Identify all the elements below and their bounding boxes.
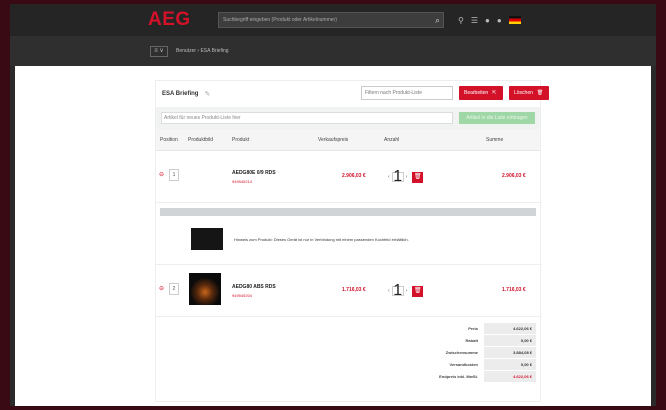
row-sum: 1.716,03 € <box>502 287 526 293</box>
aeg-logo[interactable]: AEG <box>148 9 218 31</box>
position-field[interactable]: 2 <box>169 283 179 295</box>
summary-total-value: 4.622,06 € <box>484 370 536 382</box>
external-icon: ⇱ <box>492 90 497 96</box>
user-icon[interactable]: ⚲ <box>458 16 464 25</box>
product-number[interactable]: 949545214 <box>232 179 276 184</box>
accessory-image <box>191 228 223 250</box>
summary-label: Zwischensumme <box>445 349 478 355</box>
breadcrumb-path[interactable]: Benutzer › ESA Briefing <box>176 48 229 54</box>
search-icon[interactable]: ⌕ <box>435 15 440 26</box>
product-name[interactable]: AEDG80E 0/9 RDS <box>232 170 276 176</box>
delete-row-button[interactable]: 🗑 <box>412 285 424 297</box>
section-divider <box>160 208 536 216</box>
quantity-stepper[interactable]: ‹ 1 › 🗑 <box>388 283 424 299</box>
breadcrumb: ≡ ∨ Benutzer › ESA Briefing <box>10 36 656 66</box>
add-article-button[interactable]: Artikel in die Liste eintragen <box>459 112 535 124</box>
summary-row: Zwischensumme 3.884,08 € <box>376 346 536 358</box>
menu-dropdown-button[interactable]: ≡ ∨ <box>150 45 168 57</box>
col-product: Produkt <box>232 137 250 143</box>
add-article-input[interactable]: Artikel für neues Produkt-Liste hier <box>161 112 453 124</box>
list-title: ESA Briefing <box>162 91 199 97</box>
cart-icon[interactable]: ● <box>497 16 502 25</box>
delete-list-button[interactable]: Löschen 🗑 <box>509 86 549 100</box>
browser-frame: AEG Suchbegriff eingeben (Produkt oder A… <box>10 4 656 406</box>
summary-row: Preis 4.622,06 € <box>376 322 536 334</box>
summary-value: 0,00 € <box>484 358 536 370</box>
unit-price: 2.906,03 € <box>342 173 366 179</box>
unit-price: 1.716,03 € <box>342 287 366 293</box>
summary-row: Endpreis inkl. MwSt. 4.622,06 € <box>376 370 536 382</box>
col-sum: Summe <box>486 137 504 143</box>
product-image[interactable] <box>189 273 221 305</box>
summary-label: Endpreis inkl. MwSt. <box>439 373 478 379</box>
page-content: ESA Briefing ✎ Filtern nach Produkt-List… <box>15 66 651 406</box>
price-summary: Preis 4.622,06 € Rabatt 0,00 € Zwischens… <box>376 322 536 382</box>
col-position: Position <box>160 137 178 143</box>
heart-icon[interactable]: ● <box>485 16 490 25</box>
accessory-row: Hinweis zum Produkt: Dieses Gerät ist nu… <box>156 221 542 265</box>
quantity-field[interactable]: 1 <box>391 169 404 185</box>
product-name[interactable]: AEDG80 ABS RDS <box>232 284 276 290</box>
add-article-bar: Artikel für neues Produkt-Liste hier Art… <box>156 107 540 129</box>
summary-label: Preis <box>468 325 478 331</box>
product-info: AEDG80 ABS RDS 949545204 <box>232 284 276 298</box>
search-placeholder: Suchbegriff eingeben (Produkt oder Artik… <box>223 17 337 23</box>
german-flag-icon[interactable] <box>508 16 521 24</box>
row-sum: 2.906,03 € <box>502 173 526 179</box>
minus-icon[interactable]: ‹ <box>388 174 390 180</box>
edit-button[interactable]: Bearbeiten ⇱ <box>459 86 503 100</box>
delete-list-label: Löschen <box>514 90 533 96</box>
product-info: AEDG80E 0/9 RDS 949545214 <box>232 170 276 184</box>
edit-button-label: Bearbeiten <box>464 90 489 96</box>
list-icon[interactable]: ☰ <box>471 16 478 25</box>
product-number[interactable]: 949545204 <box>232 293 276 298</box>
header-icons: ⚲ ☰ ● ● <box>458 16 521 25</box>
table-row: ⊖ 2 AEDG80 ABS RDS 949545204 1.716,03 € … <box>156 267 542 317</box>
table-row: ⊖ 1 AEDG80E 0/9 RDS 949545214 2.906,03 €… <box>156 153 542 203</box>
summary-value: 3.884,08 € <box>484 346 536 358</box>
quantity-stepper[interactable]: ‹ 1 › 🗑 <box>388 169 424 185</box>
col-quantity: Anzahl <box>384 137 400 143</box>
summary-label: Rabatt <box>465 337 478 343</box>
plus-icon[interactable]: › <box>406 288 408 294</box>
minus-icon[interactable]: ‹ <box>388 288 390 294</box>
filter-input[interactable]: Filtern nach Produkt-Liste <box>361 86 453 100</box>
summary-row: Rabatt 0,00 € <box>376 334 536 346</box>
search-input[interactable]: Suchbegriff eingeben (Produkt oder Artik… <box>218 12 444 28</box>
product-list-panel: ESA Briefing ✎ Filtern nach Produkt-List… <box>155 80 549 402</box>
plus-icon[interactable]: › <box>406 174 408 180</box>
trash-icon: 🗑 <box>536 90 544 96</box>
quantity-field[interactable]: 1 <box>391 283 404 299</box>
table-header: Position Produktbild Produkt Verkaufspre… <box>156 129 540 151</box>
col-price: Verkaufspreis <box>318 137 349 143</box>
col-image: Produktbild <box>188 137 214 143</box>
position-field[interactable]: 1 <box>169 169 179 181</box>
top-bar: AEG Suchbegriff eingeben (Produkt oder A… <box>10 4 656 36</box>
summary-value: 0,00 € <box>484 334 536 346</box>
list-header: ESA Briefing ✎ Filtern nach Produkt-List… <box>156 81 549 107</box>
remove-row-icon[interactable]: ⊖ <box>159 285 164 292</box>
remove-row-icon[interactable]: ⊖ <box>159 171 164 178</box>
summary-label: Versandkosten <box>449 361 478 367</box>
summary-value: 4.622,06 € <box>484 322 536 334</box>
summary-row: Versandkosten 0,00 € <box>376 358 536 370</box>
edit-pencil-icon[interactable]: ✎ <box>204 90 210 98</box>
accessory-note: Hinweis zum Produkt: Dieses Gerät ist nu… <box>234 237 409 242</box>
delete-row-button[interactable]: 🗑 <box>412 171 424 183</box>
